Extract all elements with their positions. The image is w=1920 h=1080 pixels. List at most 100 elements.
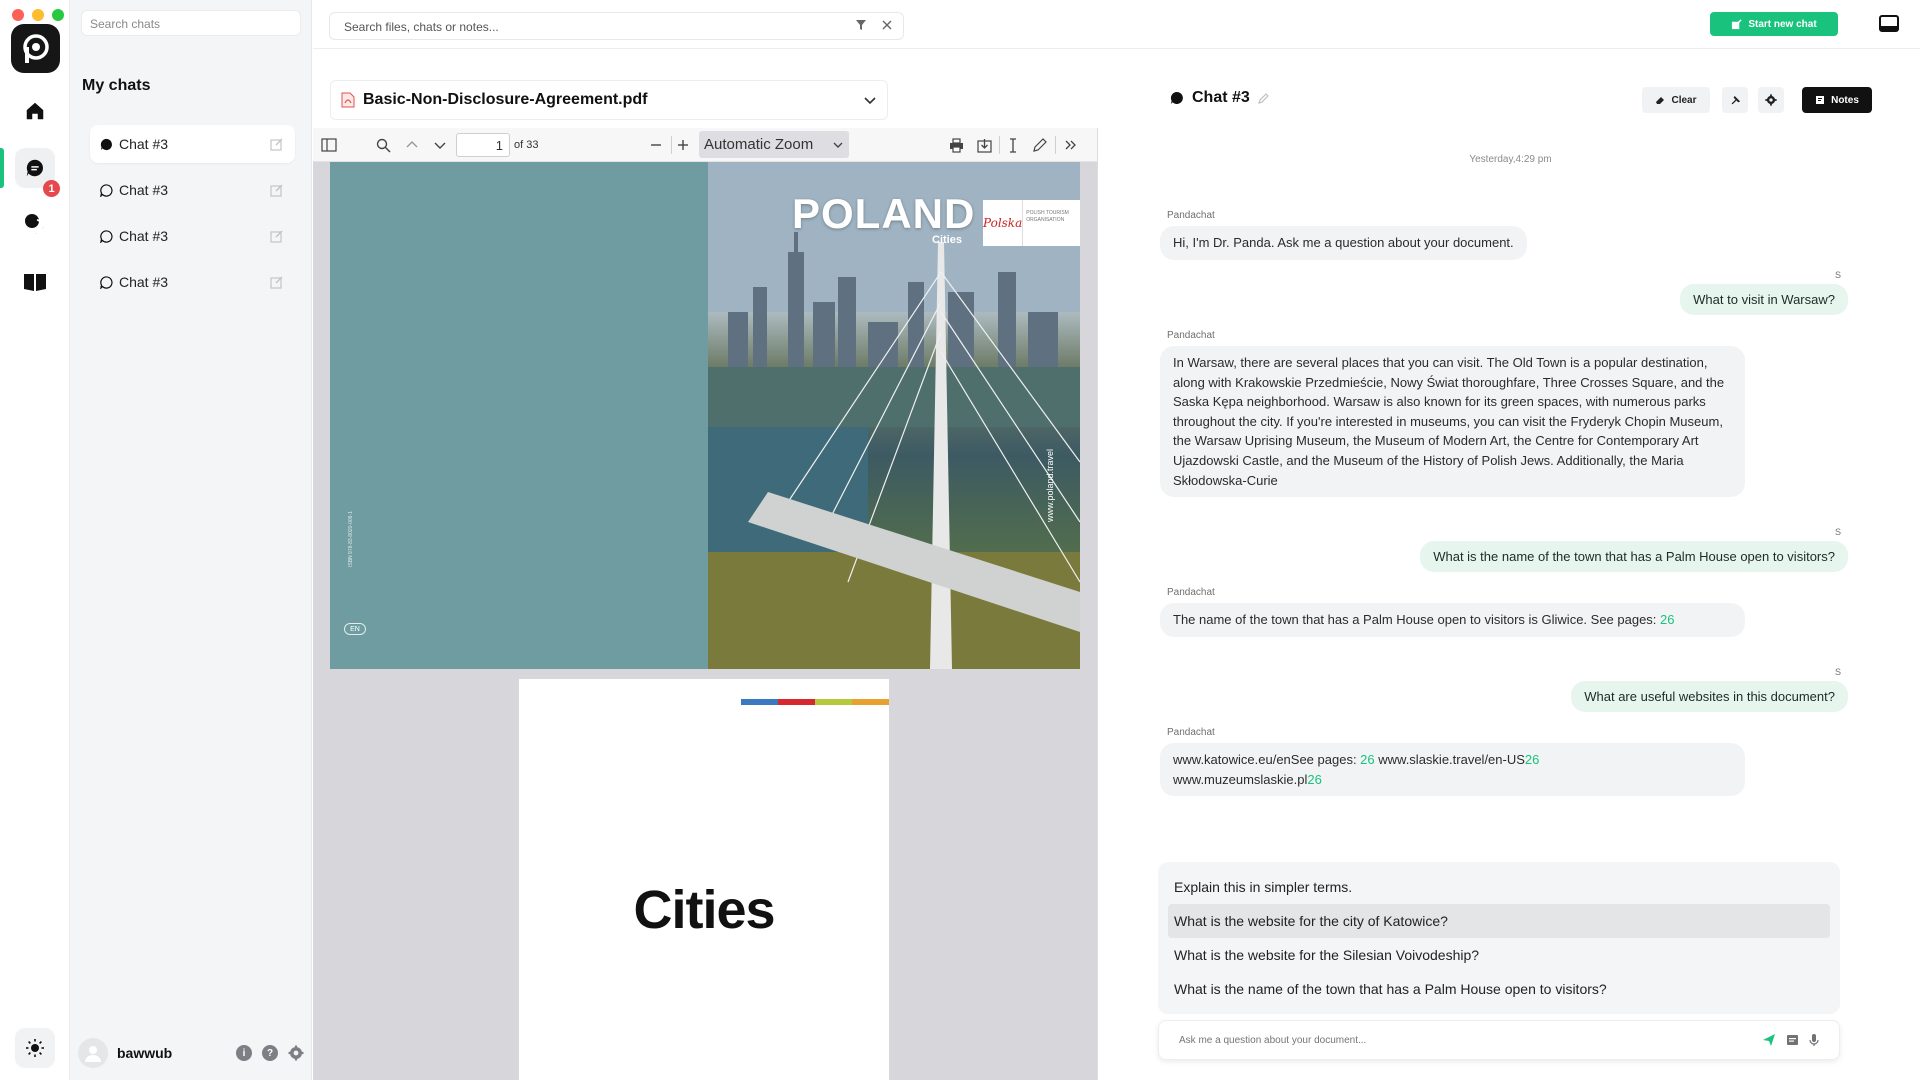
pin-button[interactable] bbox=[1722, 87, 1748, 113]
notes-icon bbox=[1816, 96, 1825, 104]
page-total: of 33 bbox=[514, 139, 539, 151]
theme-toggle-button[interactable] bbox=[15, 1028, 55, 1068]
unread-badge: 1 bbox=[43, 180, 60, 197]
suggestion-item[interactable]: What is the name of the town that has a … bbox=[1168, 972, 1830, 1006]
send-icon[interactable] bbox=[1762, 1033, 1776, 1047]
chat-title: Chat #3 bbox=[1192, 89, 1250, 106]
message-text: Hi, I'm Dr. Panda. Ask me a question abo… bbox=[1160, 226, 1527, 260]
toolbar-divider bbox=[671, 136, 672, 154]
message-text: What is the name of the town that has a … bbox=[1420, 541, 1848, 572]
avatar[interactable] bbox=[78, 1038, 108, 1068]
chevron-down-icon bbox=[833, 142, 843, 148]
suggestion-item[interactable]: What is the website for the Silesian Voi… bbox=[1168, 938, 1830, 972]
page-link[interactable]: 26 bbox=[1525, 752, 1539, 767]
poland-tourism-logo: Polska POLISH TOURISM ORGANISATION bbox=[983, 200, 1080, 246]
user-message: S What is the name of the town that has … bbox=[1340, 527, 1848, 572]
page-number-input[interactable]: 1 bbox=[456, 133, 510, 157]
edit-icon[interactable] bbox=[269, 274, 285, 290]
settings-button[interactable] bbox=[1758, 87, 1784, 113]
start-new-chat-button[interactable]: Start new chat bbox=[1710, 12, 1838, 36]
chat-sidebar: Search chats My chats Chat #3 Chat #3 Ch… bbox=[70, 0, 312, 1080]
search-icon[interactable] bbox=[373, 135, 393, 155]
sidebar-search-input[interactable]: Search chats bbox=[81, 10, 301, 36]
global-search-placeholder: Search files, chats or notes... bbox=[344, 20, 499, 34]
sidebar-toggle-icon bbox=[1879, 15, 1899, 32]
cover-subtitle: Cities bbox=[932, 234, 962, 246]
chat-bubble-icon bbox=[100, 183, 113, 197]
notes-button[interactable]: Notes bbox=[1802, 87, 1872, 113]
global-search-input[interactable]: Search files, chats or notes... bbox=[329, 12, 904, 40]
chat-list-item[interactable]: Chat #3 bbox=[90, 171, 295, 209]
question-input[interactable] bbox=[1179, 1034, 1762, 1046]
color-stripe bbox=[741, 699, 889, 705]
polska-logo-mark: Polska bbox=[983, 200, 1024, 246]
edit-icon[interactable] bbox=[269, 228, 285, 244]
text-select-icon[interactable] bbox=[1003, 135, 1023, 155]
edit-icon[interactable] bbox=[269, 182, 285, 198]
sender-name: Pandachat bbox=[1167, 727, 1215, 738]
zoom-in-icon[interactable] bbox=[673, 135, 693, 155]
chat-list-item[interactable]: Chat #3 bbox=[90, 217, 295, 255]
user-icon bbox=[85, 1046, 101, 1062]
app-logo[interactable] bbox=[11, 24, 60, 73]
chat-list-item[interactable]: Chat #3 bbox=[90, 125, 295, 163]
panel-toggle-button[interactable] bbox=[1878, 13, 1900, 35]
top-bar: Search files, chats or notes... Start ne… bbox=[313, 0, 1920, 49]
settings-icon[interactable] bbox=[288, 1045, 304, 1061]
sender-name: Pandachat bbox=[1167, 587, 1215, 598]
chat-list-item[interactable]: Chat #3 bbox=[90, 263, 295, 301]
page-link[interactable]: 26 bbox=[1660, 612, 1674, 627]
chat-list-item-label: Chat #3 bbox=[119, 182, 169, 198]
download-icon[interactable] bbox=[974, 135, 994, 155]
message-text: www.katowice.eu/enSee pages: bbox=[1173, 752, 1361, 767]
suggestion-item[interactable]: What is the website for the city of Kato… bbox=[1168, 904, 1830, 938]
page-heading: Cities bbox=[633, 880, 775, 940]
more-tools-icon[interactable] bbox=[1061, 135, 1081, 155]
message-text: www.slaskie.travel/en-US bbox=[1374, 752, 1525, 767]
active-indicator bbox=[0, 148, 4, 188]
next-page-icon[interactable] bbox=[430, 135, 450, 155]
logo-org-text: POLISH TOURISM ORGANISATION bbox=[1026, 210, 1069, 223]
chats-stack-icon bbox=[25, 214, 45, 235]
pencil-icon[interactable] bbox=[1257, 92, 1270, 104]
minimize-window-button[interactable] bbox=[32, 9, 44, 21]
user-message: S What are useful websites in this docum… bbox=[1500, 667, 1848, 712]
page-link[interactable]: 26 bbox=[1360, 752, 1374, 767]
group-chats-button[interactable] bbox=[17, 206, 53, 242]
notes-icon[interactable] bbox=[1786, 1034, 1799, 1046]
filter-icon[interactable] bbox=[855, 19, 867, 31]
pdf-toolbar: 1 of 33 Automatic Zoom bbox=[313, 128, 1097, 162]
cover-url: www.poland.travel bbox=[1045, 448, 1055, 522]
print-icon[interactable] bbox=[946, 135, 966, 155]
help-icon[interactable]: ? bbox=[262, 1045, 278, 1061]
cover-isbn: ISBN 978-83-8020-009-1 bbox=[348, 511, 354, 567]
chat-list-item-label: Chat #3 bbox=[119, 274, 169, 290]
microphone-icon[interactable] bbox=[1809, 1033, 1819, 1047]
pdf-viewer: 1 of 33 Automatic Zoom ISBN 978-83-8020-… bbox=[313, 128, 1098, 1080]
home-button[interactable] bbox=[17, 93, 53, 129]
gear-icon bbox=[1765, 94, 1777, 106]
page-link[interactable]: 26 bbox=[1307, 772, 1321, 787]
close-icon[interactable] bbox=[881, 19, 893, 31]
eraser-icon bbox=[1656, 97, 1665, 104]
previous-page-icon[interactable] bbox=[402, 135, 422, 155]
suggestion-item[interactable]: Explain this in simpler terms. bbox=[1168, 870, 1830, 904]
document-selector[interactable]: Basic-Non-Disclosure-Agreement.pdf bbox=[330, 80, 888, 120]
pandachat-logo-icon bbox=[22, 33, 49, 63]
info-icon[interactable]: i bbox=[236, 1045, 252, 1061]
document-title: Basic-Non-Disclosure-Agreement.pdf bbox=[363, 91, 648, 108]
bot-message: Pandachat The name of the town that has … bbox=[1160, 587, 1745, 637]
clear-button[interactable]: Clear bbox=[1642, 87, 1710, 113]
zoom-out-icon[interactable] bbox=[646, 135, 666, 155]
draw-icon[interactable] bbox=[1029, 135, 1049, 155]
edit-icon[interactable] bbox=[269, 136, 285, 152]
maximize-window-button[interactable] bbox=[52, 9, 64, 21]
message-body: www.katowice.eu/enSee pages: 26 www.slas… bbox=[1160, 743, 1745, 797]
zoom-select[interactable]: Automatic Zoom bbox=[699, 131, 849, 158]
chat-bubble-icon bbox=[100, 229, 113, 243]
username: bawwub bbox=[117, 1045, 173, 1061]
sidebar-toggle-icon[interactable] bbox=[319, 135, 339, 155]
close-window-button[interactable] bbox=[12, 9, 24, 21]
library-button[interactable] bbox=[17, 264, 53, 300]
chat-list: Chat #3 Chat #3 Chat #3 Chat #3 bbox=[90, 125, 295, 309]
